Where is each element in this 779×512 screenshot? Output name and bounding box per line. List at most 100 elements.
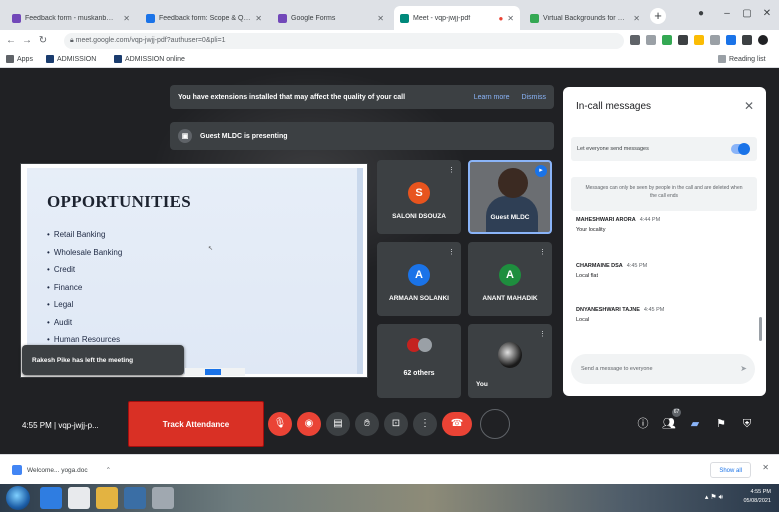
recording-dot-icon: ● [498,13,504,23]
present-now-icon[interactable]: ⊡ [384,412,408,436]
extension-icon[interactable] [678,35,688,45]
taskbar-app-icon[interactable] [152,487,174,509]
meet-main: You have extensions installed that may a… [0,68,779,454]
chat-scrollbar[interactable] [759,317,762,341]
avatar[interactable] [758,35,768,45]
file-explorer-icon[interactable] [96,487,118,509]
forward-icon[interactable]: → [20,34,34,48]
extension-icon[interactable] [726,35,736,45]
participant-tile-saloni[interactable]: ⋮ S SALONI DSOUZA [377,160,461,234]
stop-sharing-button[interactable] [205,369,221,375]
host-controls-icon[interactable]: ⛨ [740,417,754,431]
chat-input[interactable]: Send a message to everyone ➤ [571,354,755,384]
new-tab-button[interactable]: + [650,8,666,24]
empty-button[interactable] [480,409,510,439]
info-icon[interactable]: ⓘ [636,417,650,431]
taskbar-app-icon[interactable] [124,487,146,509]
track-attendance-button[interactable]: Track Attendance [128,401,264,447]
back-icon[interactable]: ← [4,34,18,48]
system-tray-icons[interactable]: ▴ ⚑ 🔊︎ [705,493,723,502]
show-all-button[interactable]: Show all [710,462,751,478]
more-options-icon[interactable]: ⋮ [413,412,437,436]
mic-off-icon[interactable]: 🎙︎ [268,412,292,436]
camera-icon[interactable] [630,35,640,45]
tab-google-forms[interactable]: Google Forms ✕ [272,6,390,30]
presentation-mini-controls[interactable] [185,368,245,376]
close-icon[interactable]: ✕ [507,14,514,23]
tab-virtual-backgrounds[interactable]: Virtual Backgrounds for Goo... ✕ [524,6,646,30]
extension-check-icon[interactable] [662,35,672,45]
close-icon[interactable]: ✕ [255,14,262,23]
more-options-icon[interactable]: ⋮ [448,166,455,174]
profile-icon[interactable]: ● [690,6,712,22]
close-icon[interactable]: ✕ [633,14,640,23]
minimize-icon[interactable]: – [716,6,738,22]
chat-permission-row: Let everyone send messages [571,137,757,161]
people-icon[interactable]: 👥︎ [662,417,676,431]
start-button[interactable] [6,486,30,510]
maximize-icon[interactable]: ▢ [736,6,758,22]
close-icon[interactable]: ✕ [377,14,384,23]
participant-tile-others[interactable]: 62 others [377,324,461,398]
tab-feedback-scope[interactable]: Feedback form: Scope & Qu... ✕ [140,6,268,30]
activities-icon[interactable]: ⚑ [714,417,728,431]
message-body: Local flat [576,273,599,279]
message-body: Local [576,317,590,323]
star-icon[interactable] [646,35,656,45]
more-options-icon[interactable]: ⋮ [448,248,455,256]
send-icon[interactable]: ➤ [740,354,747,384]
extension-icon[interactable] [710,35,720,45]
tab-meet[interactable]: Meet - vqp-jwjj-pdf ● ✕ [394,6,520,30]
learn-more-link[interactable]: Learn more [474,94,510,101]
bookmark-admission-online[interactable]: ADMISSION online [114,55,185,63]
present-screen-icon: ▣ [178,129,192,143]
participant-tile-anant[interactable]: ⋮ A ANANT MAHADIK [468,242,552,316]
participant-tile-you[interactable]: ⋮ You [468,324,552,398]
meet-favicon-icon [400,13,409,23]
address-bar[interactable]: 🔒︎ meet.google.com/vqp-jwjj-pdf?authuser… [64,33,624,49]
extension-icon[interactable] [694,35,704,45]
participant-tile-armaan[interactable]: ⋮ A ARMAAN SOLANKI [377,242,461,316]
url-text: meet.google.com/vqp-jwjj-pdf?authuser=0&… [75,37,226,44]
bookmark-admission[interactable]: ADMISSION [46,55,96,63]
tab-feedback-form[interactable]: Feedback form - muskanb@ ... ✕ [6,6,136,30]
close-icon[interactable]: ✕ [762,463,769,472]
meeting-details[interactable]: 4:55 PM | vqp-jwjj-p... [22,421,99,430]
chat-icon[interactable]: ▰ [688,417,702,431]
puzzle-icon[interactable] [742,35,752,45]
close-icon[interactable]: ✕ [123,14,130,23]
people-count-badge: 67 [672,408,681,417]
reading-list-label: Reading list [729,55,766,63]
chat-notice: Messages can only be seen by people in t… [571,177,757,211]
raise-hand-icon[interactable]: ✋︎ [355,412,379,436]
participant-tile-guest[interactable]: ▸ Guest MLDC [468,160,552,234]
captions-icon[interactable]: ▤ [326,412,350,436]
tab-title: Virtual Backgrounds for Goo... [543,14,630,22]
slide-bullet: Wholesale Banking [47,244,122,262]
camera-off-icon[interactable]: ◉ [297,412,321,436]
media-player-icon[interactable] [40,487,62,509]
message-sender: DNYANESHWARI TAJNE [576,307,640,313]
end-call-icon[interactable]: ☎︎ [442,412,472,436]
allow-messages-toggle[interactable] [731,143,750,155]
download-item[interactable]: Welcome... yoga.doc ⌃ [12,462,111,478]
chat-message: MAHESHWARI ARORA 4:44 PM Your locality [576,217,660,233]
dismiss-button[interactable]: Dismiss [522,94,547,101]
reading-list-icon [718,55,726,63]
system-clock[interactable]: 4:55 PM 05/08/2021 [743,488,771,506]
notification-toast: Rakesh Pike has left the meeting [22,345,184,375]
close-icon[interactable]: ✕ [744,99,754,113]
bookmark-apps[interactable]: Apps [6,55,33,63]
window-close-icon[interactable]: ✕ [756,6,778,22]
message-sender: MAHESHWARI ARORA [576,217,636,223]
participant-name: ANANT MAHADIK [482,295,538,302]
clock-date: 05/08/2021 [743,498,771,504]
more-options-icon[interactable]: ⋮ [539,248,546,256]
clock-time: 4:55 PM [750,489,771,495]
chevron-up-icon[interactable]: ⌃ [106,466,111,474]
reading-list[interactable]: Reading list [718,55,766,63]
more-options-icon[interactable]: ⋮ [539,330,546,338]
reload-icon[interactable]: ↻ [36,34,50,48]
chrome-icon[interactable] [68,487,90,509]
mouse-cursor-icon: ↖ [208,246,214,252]
